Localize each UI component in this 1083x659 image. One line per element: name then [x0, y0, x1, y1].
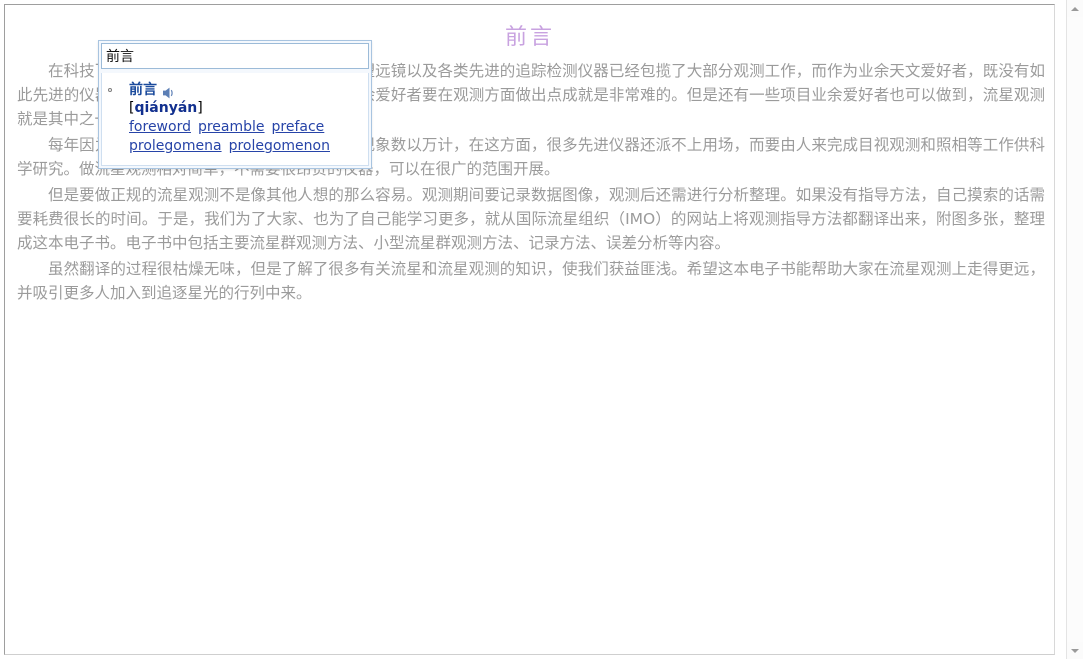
dictionary-results: 前言 [qiányán] foreword preamble preface prol… — [101, 73, 369, 166]
bullet-icon — [108, 88, 112, 92]
paragraph: 虽然翻译的过程很枯燥无味，但是了解了很多有关流星和流星观测的知识，使我们获益匪浅… — [17, 260, 1045, 302]
pinyin-text: qiányán — [134, 100, 198, 116]
popup-input-container — [99, 41, 371, 69]
scroll-up-button[interactable] — [1067, 0, 1083, 17]
dictionary-search-input[interactable] — [101, 43, 369, 69]
arrow-down-icon — [1071, 648, 1079, 653]
scrollbar-track[interactable] — [1067, 17, 1083, 642]
browser-viewport: 前言 在科技飞速发展的今天，天文观测方面，大型望远镜以及各类先进的追踪检测仪器已… — [0, 0, 1083, 659]
translation-popup[interactable]: 前言 [qiányán] foreword preamble preface prol… — [98, 40, 372, 169]
entry-word: 前言 — [129, 82, 157, 98]
scroll-down-button[interactable] — [1067, 642, 1083, 659]
entry-header: 前言 — [118, 81, 362, 99]
arrow-up-icon — [1071, 6, 1079, 11]
paragraph: 但是要做正规的流星观测不是像其他人想的那么容易。观测期间要记录数据图像，观测后还… — [17, 186, 1045, 252]
sense-link[interactable]: prolegomenon — [229, 138, 330, 154]
entry-senses: foreword preamble preface prolegomena proleg… — [118, 117, 362, 155]
sense-link[interactable]: preface — [272, 119, 325, 135]
sense-link[interactable]: foreword — [129, 119, 191, 135]
sense-link[interactable]: prolegomena — [129, 138, 222, 154]
sense-link[interactable]: preamble — [198, 119, 265, 135]
vertical-scrollbar[interactable] — [1066, 0, 1083, 659]
dictionary-entry: 前言 [qiányán] foreword preamble preface prol… — [108, 81, 362, 155]
speaker-icon[interactable] — [162, 84, 175, 99]
pinyin-bracket-close: ] — [197, 100, 203, 116]
entry-pinyin: [qiányán] — [118, 99, 362, 117]
